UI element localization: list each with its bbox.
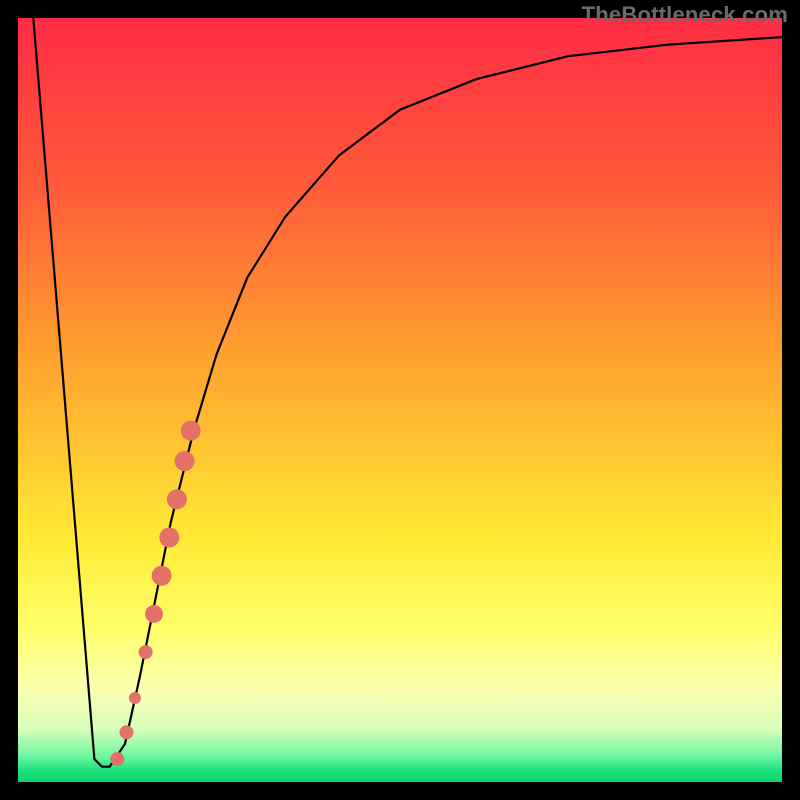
highlight-dot	[181, 421, 201, 441]
highlight-dot	[159, 528, 179, 548]
highlight-dot	[152, 566, 172, 586]
highlight-dot	[175, 451, 195, 471]
highlight-dot	[145, 605, 163, 623]
highlight-dot	[110, 752, 124, 766]
chart-frame: TheBottleneck.com	[0, 0, 800, 800]
highlight-dot	[167, 489, 187, 509]
highlight-dot	[139, 645, 153, 659]
chart-svg	[18, 18, 782, 782]
watermark-text: TheBottleneck.com	[582, 2, 788, 28]
highlight-dot	[129, 692, 141, 704]
chart-plot-area	[18, 18, 782, 782]
highlight-dot	[120, 725, 134, 739]
